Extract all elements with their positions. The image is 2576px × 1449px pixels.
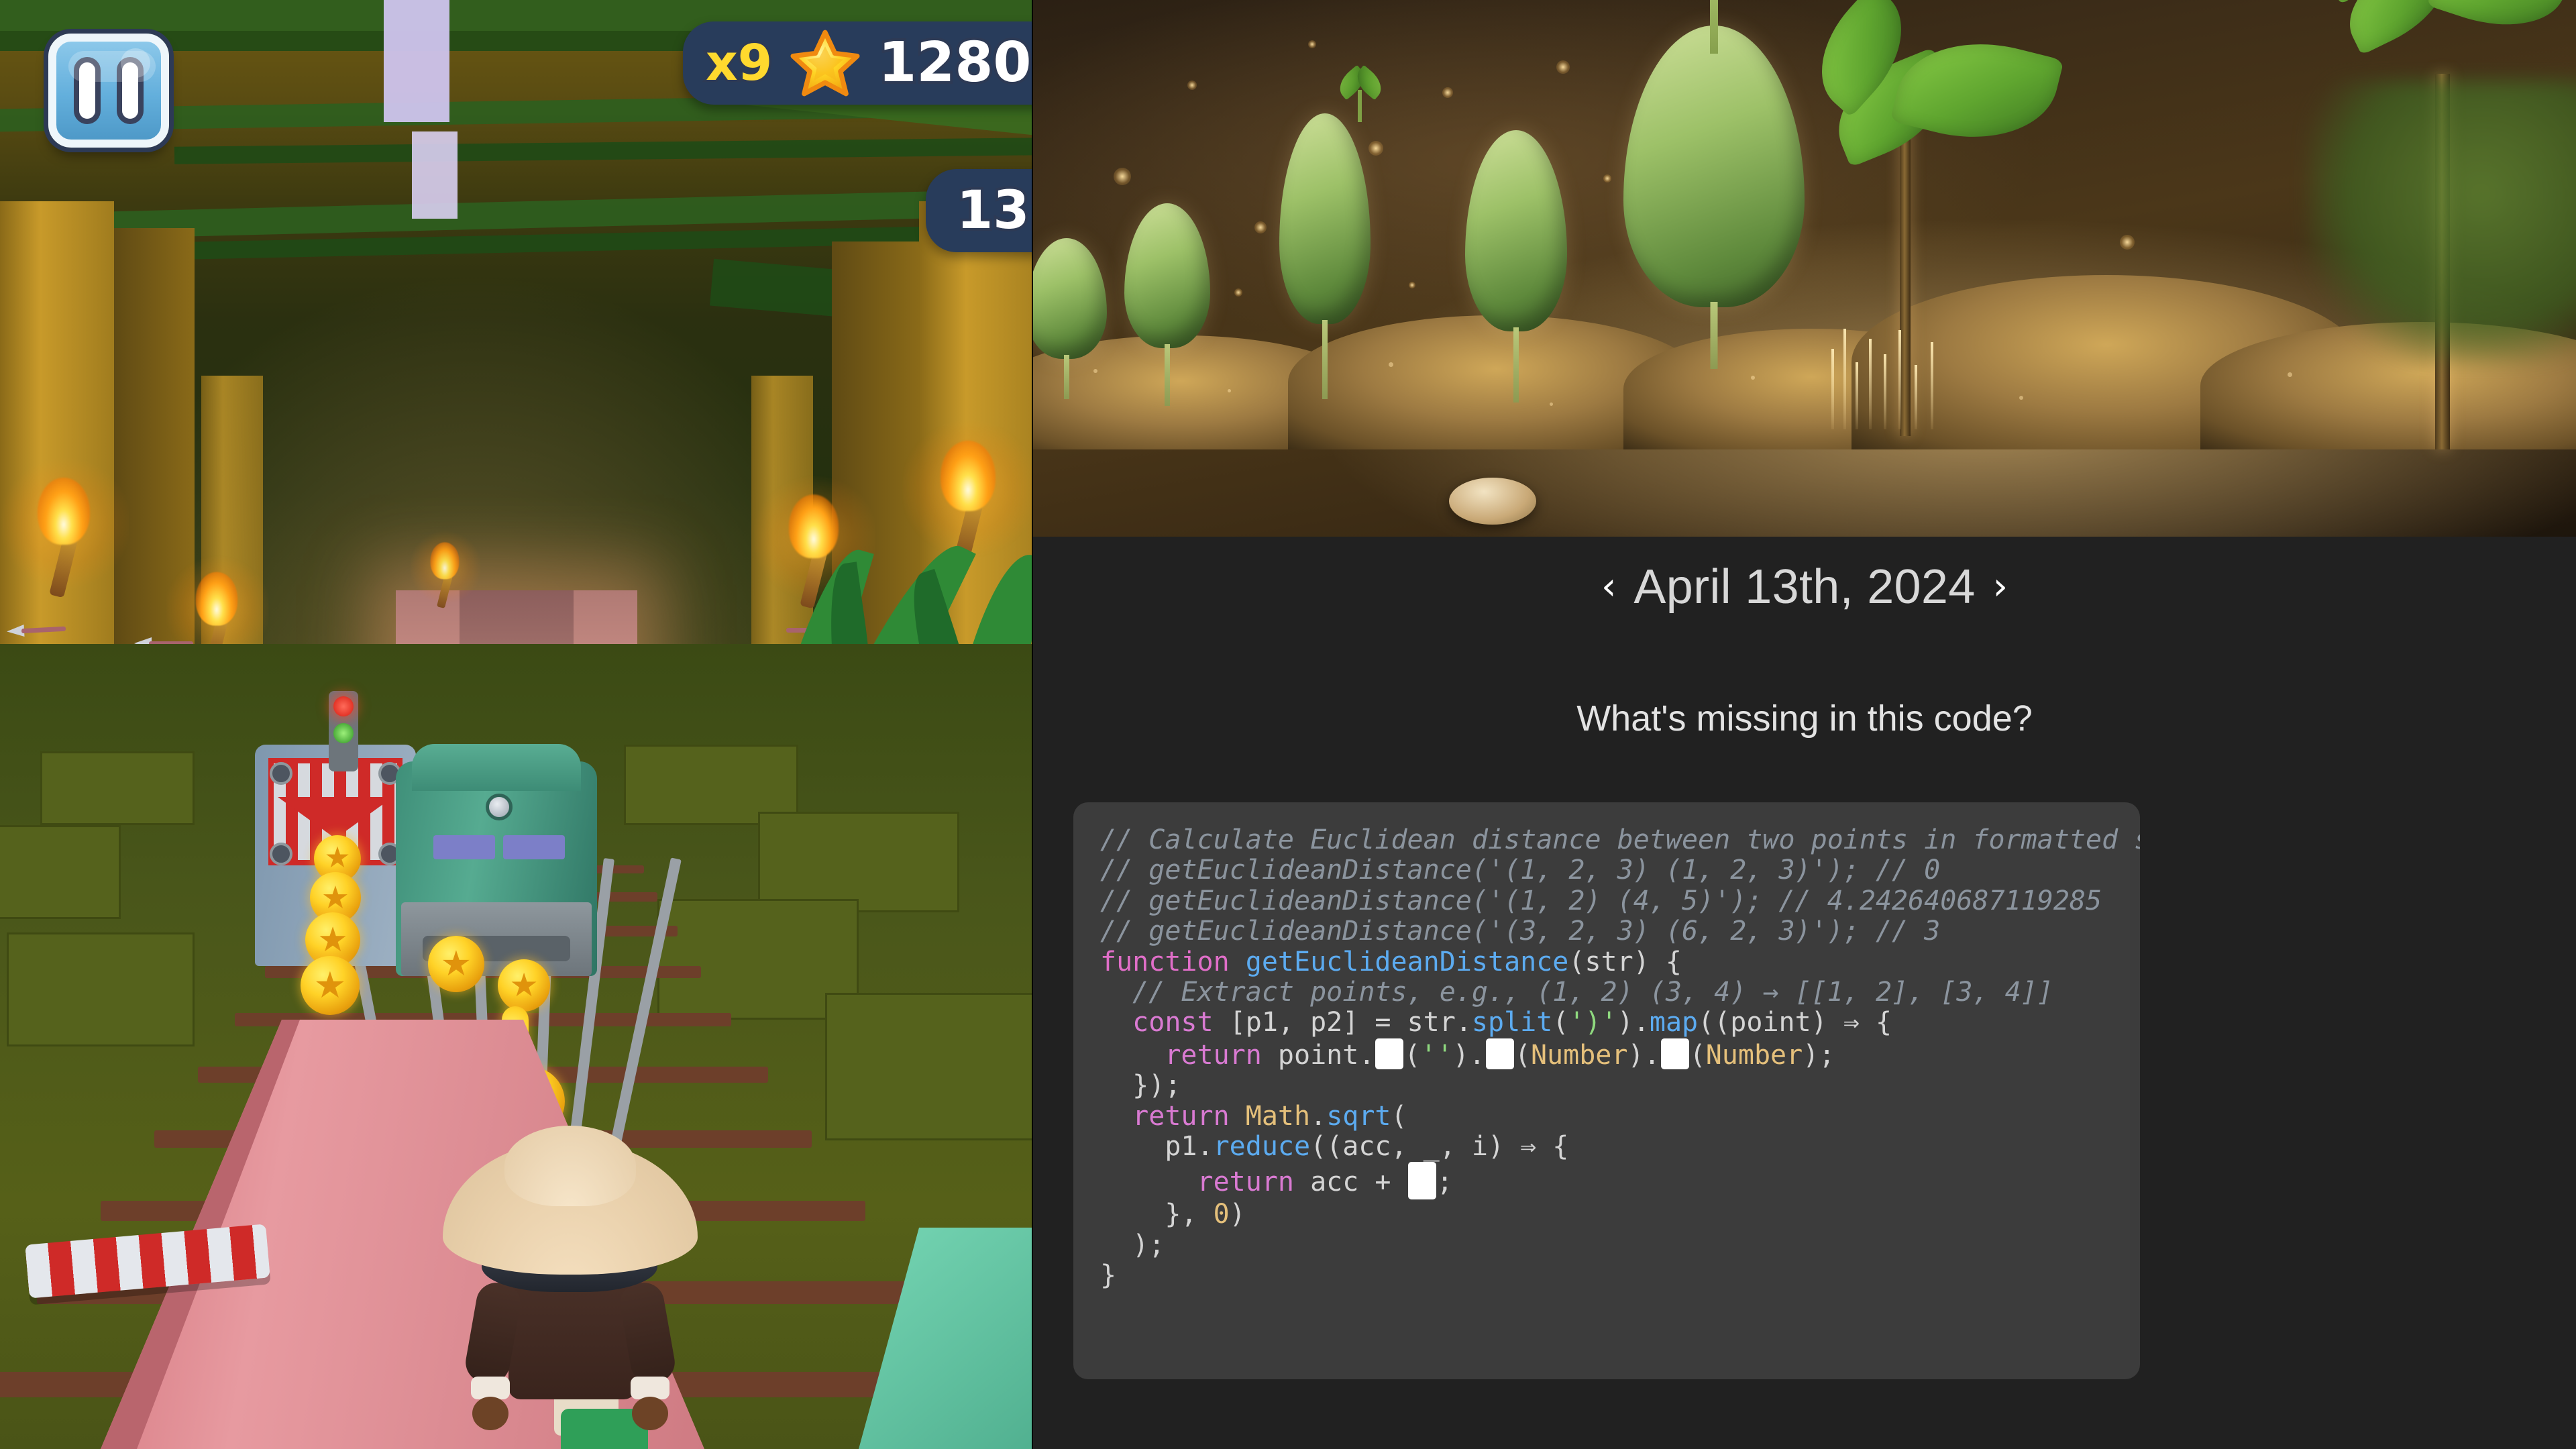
code-snippet-card[interactable]: // Calculate Euclidean distance between … [1073, 802, 2140, 1379]
chevron-left-icon[interactable]: ‹ [1601, 568, 1616, 606]
coin-pickup [301, 956, 360, 1015]
chevron-right-icon[interactable]: › [1993, 568, 2008, 606]
soil-foreground [1033, 342, 2576, 537]
code-puzzle-page: ‹ April 13th, 2024 › What's missing in t… [1033, 0, 2576, 1449]
multiplier-score-badge: x9 1280 [683, 21, 1033, 105]
coin-pickup [498, 959, 550, 1012]
green-train-obstacle [396, 735, 597, 1016]
current-date-label: April 13th, 2024 [1633, 560, 1976, 614]
puzzle-question: What's missing in this code? [1576, 698, 2033, 739]
seed [1449, 478, 1536, 525]
player-character [429, 1126, 711, 1449]
code-blank-3[interactable] [1660, 1038, 1689, 1069]
endless-runner-game-viewport[interactable]: x9 1280 132 [0, 0, 1033, 1449]
star-icon [788, 28, 862, 98]
pause-button[interactable] [48, 34, 169, 148]
coin-pickup [428, 936, 484, 992]
code-blank-2[interactable] [1485, 1038, 1514, 1069]
seedling-banner-image [1033, 0, 2576, 537]
railway-signal-light [329, 691, 358, 771]
seedling-5 [1610, 0, 1818, 369]
code-blank-1[interactable] [1375, 1038, 1404, 1069]
code-blank-4[interactable] [1407, 1162, 1436, 1200]
screen-root: x9 1280 132 [0, 0, 2576, 1449]
button-highlight-dot [121, 48, 150, 78]
date-navigation: ‹ April 13th, 2024 › [1033, 550, 2576, 624]
coin-score-value: 1280 [875, 31, 1033, 95]
code-snippet: // Calculate Euclidean distance between … [1100, 824, 2140, 1291]
multiplier-value: x9 [703, 34, 774, 92]
distance-score-badge: 132 [926, 169, 1033, 252]
distance-score-value: 132 [954, 180, 1033, 241]
background-foliage [2308, 80, 2576, 362]
